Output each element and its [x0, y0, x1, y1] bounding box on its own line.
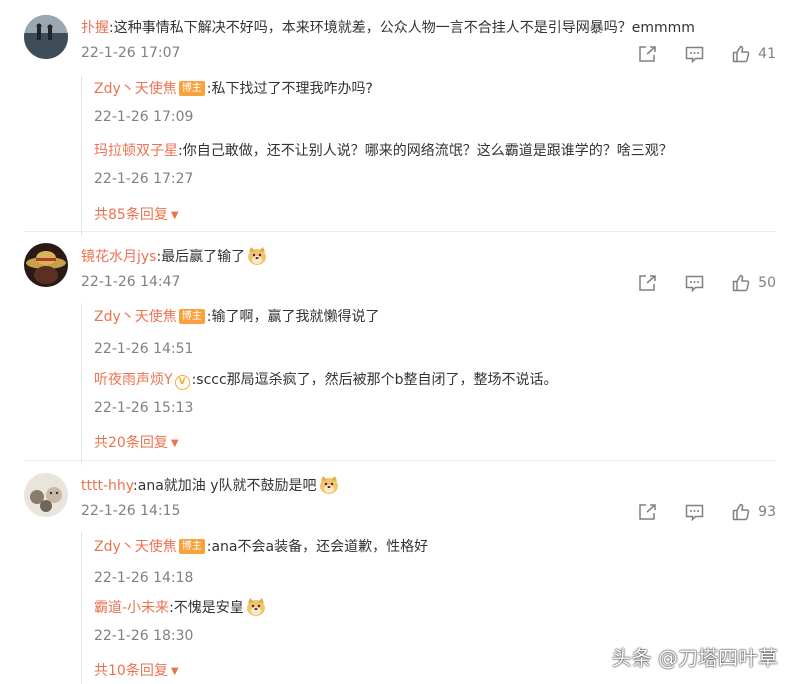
reply-text: :你自己敢做，还不让别人说？哪来的网络流氓？这么霸道是跟谁学的？啥三观？ [178, 143, 673, 159]
thumbs-up-icon [732, 274, 750, 292]
reply-username[interactable]: 玛拉顿双子星 [94, 143, 178, 159]
comment-username[interactable]: tttt-hhy [81, 478, 133, 494]
like-count: 41 [758, 46, 776, 62]
more-replies-link[interactable]: 共20条回复 ▼ [94, 432, 179, 452]
reply-list: Zdy丶天使焦 博主:私下找过了不理我咋办吗? 22-1-26 17:09 玛拉顿… [81, 76, 776, 236]
share-icon [639, 275, 656, 291]
comment-time: 22-1-26 14:15 [81, 503, 181, 519]
doge-emoji [246, 597, 266, 623]
watermark: 头条 @刀塔四叶草 [611, 646, 778, 670]
comment-username[interactable]: 扑握 [81, 20, 109, 36]
comment-time: 22-1-26 14:47 [81, 274, 181, 290]
reply-username[interactable]: Zdy丶天使焦 [94, 309, 177, 325]
avatar[interactable] [24, 473, 68, 517]
caret-down-icon: ▼ [170, 438, 179, 449]
reply-item: 玛拉顿双子星:你自己敢做，还不让别人说？哪来的网络流氓？这么霸道是跟谁学的？啥三… [94, 141, 776, 187]
divider [24, 460, 776, 461]
reply-username[interactable]: Zdy丶天使焦 [94, 81, 177, 97]
reply-text: :sccc那局逗杀疯了，然后被那个b整自闭了，整场不说话。 [191, 372, 558, 388]
comment-icon [685, 46, 704, 63]
reply-time: 22-1-26 15:13 [94, 400, 194, 416]
share-icon [639, 504, 656, 520]
reply-item: 听夜雨声烦Y V:sccc那局逗杀疯了，然后被那个b整自闭了，整场不说话。 22-… [94, 370, 776, 416]
reply-item: Zdy丶天使焦 博主:输了啊，赢了我就懒得说了 22-1-26 14:51 [94, 307, 776, 357]
reply-time: 22-1-26 14:51 [94, 341, 194, 357]
share-button[interactable] [638, 274, 657, 292]
more-replies-link[interactable]: 共85条回复 ▼ [94, 204, 179, 224]
reply-username[interactable]: Zdy丶天使焦 [94, 539, 177, 555]
comment-button[interactable] [685, 504, 704, 521]
reply-time: 22-1-26 17:09 [94, 109, 194, 125]
comment-time: 22-1-26 17:07 [81, 45, 181, 61]
like-count: 93 [758, 504, 776, 520]
more-replies-label: 共10条回复 [94, 663, 168, 679]
reply-text: :私下找过了不理我咋办吗? [206, 81, 373, 97]
reply-item: Zdy丶天使焦 博主:ana不会a装备，还会道歉，性格好 22-1-26 14:1… [94, 537, 776, 586]
thumbs-up-icon [732, 503, 750, 521]
avatar[interactable] [24, 243, 68, 287]
comment-button[interactable] [685, 46, 704, 63]
author-badge: 博主 [178, 539, 205, 554]
author-badge: 博主 [178, 309, 205, 324]
comment-button[interactable] [685, 275, 704, 292]
caret-down-icon: ▼ [170, 666, 179, 677]
reply-time: 22-1-26 17:27 [94, 171, 194, 187]
caret-down-icon: ▼ [170, 210, 179, 221]
more-replies-link[interactable]: 共10条回复 ▼ [94, 660, 179, 680]
divider [24, 231, 776, 232]
thumbs-up-icon [732, 45, 750, 63]
like-button[interactable]: 41 [732, 45, 776, 63]
more-replies-label: 共20条回复 [94, 435, 168, 451]
comment-actions: 41 [610, 43, 776, 65]
reply-username[interactable]: 霸道-小未来 [94, 600, 169, 616]
comment-text: :ana就加油 y队就不鼓励是吧 [133, 478, 317, 494]
reply-username[interactable]: 听夜雨声烦Y [94, 372, 173, 388]
more-replies-label: 共85条回复 [94, 207, 168, 223]
share-icon [639, 46, 656, 62]
comment-text: :最后赢了输了 [156, 249, 246, 265]
reply-time: 22-1-26 14:18 [94, 570, 194, 586]
avatar-cartoon-cats [24, 473, 68, 517]
avatar-straw-hat [24, 243, 68, 287]
author-badge: 博主 [178, 81, 205, 96]
reply-text: :不愧是安皇 [169, 600, 244, 616]
reply-item: Zdy丶天使焦 博主:私下找过了不理我咋办吗? 22-1-26 17:09 [94, 79, 776, 125]
reply-list: Zdy丶天使焦 博主:输了啊，赢了我就懒得说了 22-1-26 14:51 听夜雨… [81, 303, 776, 465]
share-button[interactable] [638, 45, 657, 63]
comment-actions: 50 [610, 272, 776, 294]
like-button[interactable]: 50 [732, 274, 776, 292]
share-button[interactable] [638, 503, 657, 521]
avatar[interactable] [24, 15, 68, 59]
verified-icon: V [174, 375, 190, 390]
reply-text: :ana不会a装备，还会道歉，性格好 [206, 539, 429, 555]
reply-text: :输了啊，赢了我就懒得说了 [206, 309, 380, 325]
comment-actions: 93 [610, 501, 776, 523]
reply-item: 霸道-小未来:不愧是安皇 22-1-26 18:30 [94, 597, 776, 644]
comment-username[interactable]: 镜花水月jys [81, 249, 156, 265]
like-button[interactable]: 93 [732, 503, 776, 521]
reply-time: 22-1-26 18:30 [94, 628, 194, 644]
doge-emoji [319, 475, 339, 501]
comment-icon [685, 504, 704, 521]
comment-text: :这种事情私下解决不好吗，本来环境就差，公众人物一言不合挂人不是引导网暴吗？em… [109, 20, 695, 36]
like-count: 50 [758, 275, 776, 291]
doge-emoji [247, 246, 267, 272]
avatar-lake-silhouettes [24, 15, 68, 59]
comment-icon [685, 275, 704, 292]
